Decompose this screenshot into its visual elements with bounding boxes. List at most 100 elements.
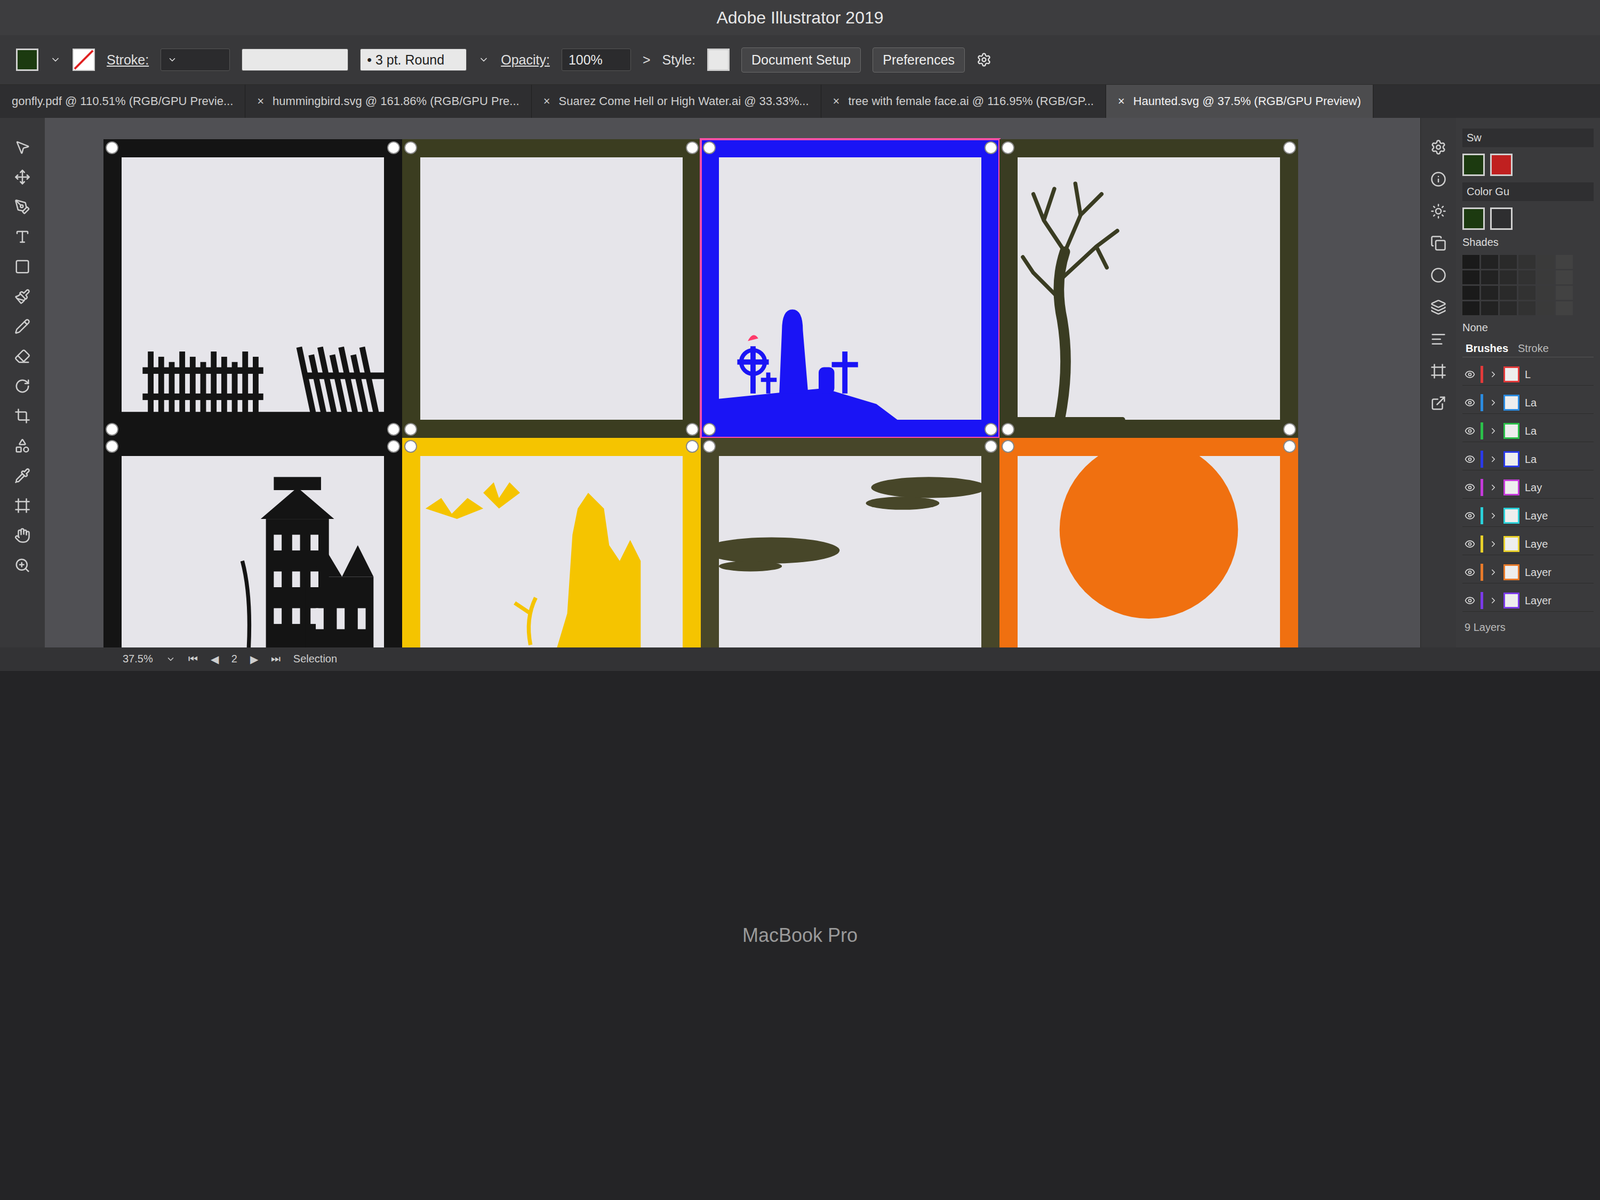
expand-icon[interactable] xyxy=(1488,482,1499,493)
tool-icon[interactable] xyxy=(14,228,31,245)
artboard[interactable] xyxy=(999,139,1299,438)
handle[interactable] xyxy=(685,422,699,436)
shade[interactable] xyxy=(1499,285,1517,300)
tab-close[interactable]: × xyxy=(257,94,264,109)
expand-icon[interactable] xyxy=(1488,539,1499,549)
stroke-none-icon[interactable] xyxy=(72,48,95,71)
artboard[interactable] xyxy=(700,139,1000,438)
tool-icon[interactable] xyxy=(14,348,31,365)
layer-row[interactable]: Layer xyxy=(1462,561,1594,584)
swatch[interactable] xyxy=(1490,207,1513,230)
layer-row[interactable]: L xyxy=(1462,363,1594,386)
chevron-down-icon[interactable] xyxy=(478,54,490,66)
document-tab[interactable]: ×Haunted.svg @ 37.5% (RGB/GPU Preview) xyxy=(1106,84,1374,118)
stroke-weight-field[interactable] xyxy=(160,48,230,71)
arrange-icon[interactable] xyxy=(976,52,992,68)
shade[interactable] xyxy=(1537,270,1555,285)
shade[interactable] xyxy=(1462,285,1480,300)
panel-tab[interactable]: Stroke xyxy=(1517,342,1549,355)
expand-icon[interactable] xyxy=(1488,454,1499,464)
shade[interactable] xyxy=(1499,254,1517,269)
panel-icon[interactable] xyxy=(1430,331,1447,348)
expand-icon[interactable] xyxy=(1488,397,1499,408)
expand-icon[interactable] xyxy=(1488,369,1499,380)
nav-button[interactable]: ◀ xyxy=(210,652,219,666)
shade[interactable] xyxy=(1481,285,1499,300)
eye-icon[interactable] xyxy=(1464,425,1476,437)
eye-icon[interactable] xyxy=(1464,566,1476,578)
shade[interactable] xyxy=(1518,285,1536,300)
shade[interactable] xyxy=(1499,301,1517,316)
eye-icon[interactable] xyxy=(1464,369,1476,380)
shade[interactable] xyxy=(1481,254,1499,269)
artboard[interactable] xyxy=(402,437,701,648)
eye-icon[interactable] xyxy=(1464,510,1476,522)
brush-field[interactable]: • 3 pt. Round xyxy=(360,48,467,71)
document-tab[interactable]: gonfly.pdf @ 110.51% (RGB/GPU Previe... xyxy=(0,84,246,118)
tool-icon[interactable] xyxy=(14,437,31,454)
opacity-label[interactable]: Opacity: xyxy=(500,52,550,68)
layer-row[interactable]: Laye xyxy=(1462,505,1594,527)
tab-close[interactable]: × xyxy=(833,94,840,109)
shade[interactable] xyxy=(1481,301,1499,316)
stroke-label[interactable]: Stroke: xyxy=(106,52,149,68)
layer-row[interactable]: Layer xyxy=(1462,589,1594,612)
handle[interactable] xyxy=(404,422,418,436)
fill-swatch[interactable] xyxy=(16,48,39,71)
swatches-header[interactable]: Sw xyxy=(1462,128,1594,148)
shade[interactable] xyxy=(1499,270,1517,285)
shade[interactable] xyxy=(1518,254,1536,269)
shade[interactable] xyxy=(1537,301,1555,316)
chevron-down-icon[interactable] xyxy=(165,654,176,664)
tool-icon[interactable] xyxy=(14,318,31,335)
panel-icon[interactable] xyxy=(1430,363,1447,380)
tool-icon[interactable] xyxy=(14,258,31,275)
swatch[interactable] xyxy=(1462,153,1485,176)
handle[interactable] xyxy=(387,440,400,453)
tool-icon[interactable] xyxy=(14,467,31,484)
layer-row[interactable]: La xyxy=(1462,420,1594,443)
handle[interactable] xyxy=(1001,422,1015,436)
tool-icon[interactable] xyxy=(14,169,31,186)
handle[interactable] xyxy=(105,141,119,155)
nav-button[interactable]: ▶ xyxy=(250,652,259,666)
expand-icon[interactable] xyxy=(1488,567,1499,578)
layer-row[interactable]: La xyxy=(1462,448,1594,471)
tool-icon[interactable] xyxy=(14,408,31,424)
shade[interactable] xyxy=(1537,254,1555,269)
layer-row[interactable]: Laye xyxy=(1462,533,1594,556)
handle[interactable] xyxy=(1001,141,1015,155)
expand-icon[interactable] xyxy=(1488,426,1499,436)
shade[interactable] xyxy=(1481,270,1499,285)
tool-icon[interactable] xyxy=(14,527,31,544)
shade[interactable] xyxy=(1518,301,1536,316)
document-tab[interactable]: ×tree with female face.ai @ 116.95% (RGB… xyxy=(821,84,1107,118)
handle[interactable] xyxy=(984,141,998,155)
document-tab[interactable]: ×Suarez Come Hell or High Water.ai @ 33.… xyxy=(531,84,822,118)
control-button[interactable]: Document Setup xyxy=(741,47,861,73)
handle[interactable] xyxy=(685,141,699,155)
shade[interactable] xyxy=(1555,285,1573,300)
tool-icon[interactable] xyxy=(14,198,31,215)
document-tab[interactable]: ×hummingbird.svg @ 161.86% (RGB/GPU Pre.… xyxy=(245,84,532,118)
handle[interactable] xyxy=(984,440,998,453)
artboard[interactable] xyxy=(999,437,1299,648)
handle[interactable] xyxy=(984,422,998,436)
artboard[interactable] xyxy=(402,139,701,438)
zoom-value[interactable]: 37.5% xyxy=(122,652,154,666)
tab-close[interactable]: × xyxy=(543,94,551,109)
panel-icon[interactable] xyxy=(1430,235,1447,252)
handle[interactable] xyxy=(404,440,418,453)
color-guide-header[interactable]: Color Gu xyxy=(1462,182,1594,202)
expand-icon[interactable] xyxy=(1488,595,1499,606)
artboard[interactable] xyxy=(103,437,403,648)
opacity-arrow[interactable]: > xyxy=(642,52,651,68)
artboard[interactable] xyxy=(700,437,1000,648)
expand-icon[interactable] xyxy=(1488,510,1499,521)
shade[interactable] xyxy=(1555,270,1573,285)
handle[interactable] xyxy=(387,422,400,436)
layer-row[interactable]: La xyxy=(1462,392,1594,414)
style-swatch[interactable] xyxy=(707,48,730,71)
shade[interactable] xyxy=(1462,270,1480,285)
handle[interactable] xyxy=(1283,422,1296,436)
